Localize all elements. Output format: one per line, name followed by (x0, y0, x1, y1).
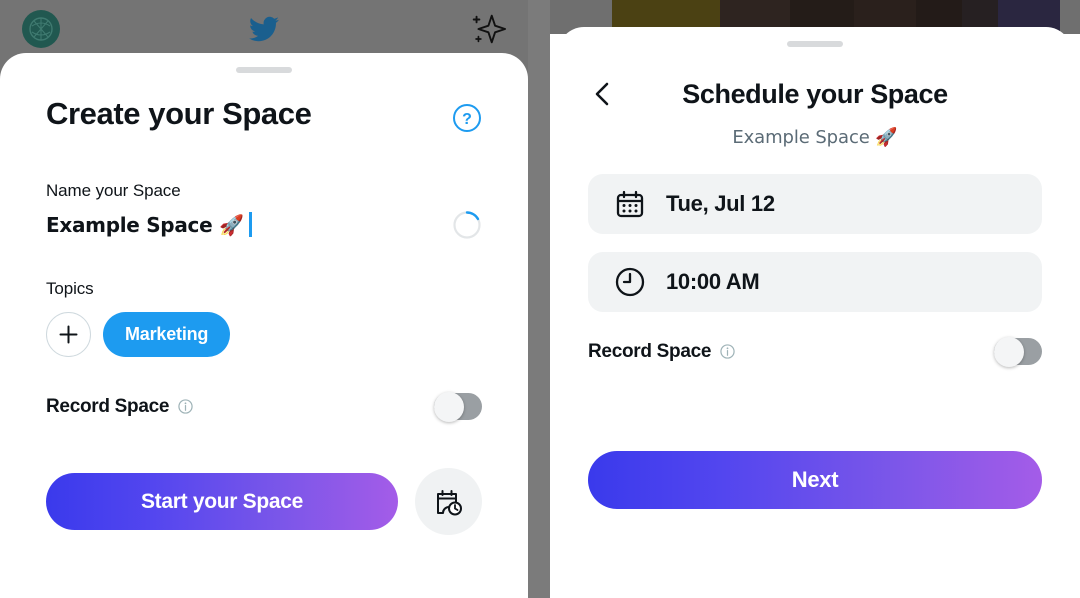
dual-screen-container: Create your Space ? Name your Space Exam… (0, 0, 1080, 598)
sparkle-icon[interactable] (468, 10, 506, 48)
avatar[interactable] (22, 10, 60, 48)
record-space-toggle[interactable] (434, 391, 482, 422)
page-title: Create your Space (46, 96, 312, 131)
schedule-space-sheet: Schedule your Space Example Space 🚀 Tue,… (558, 27, 1072, 598)
name-field-label: Name your Space (46, 181, 181, 200)
name-field-value[interactable]: Example Space 🚀 (46, 213, 244, 237)
text-cursor (248, 212, 252, 237)
info-circle-icon[interactable] (720, 344, 735, 359)
selected-date-value: Tue, Jul 12 (666, 191, 775, 216)
sheet-header: Create your Space ? (46, 96, 482, 133)
info-circle-icon[interactable] (178, 399, 193, 414)
clock-icon (615, 267, 645, 297)
page-title: Schedule your Space (682, 78, 948, 109)
record-space-label: Record Space (588, 340, 712, 362)
right-screen: Schedule your Space Example Space 🚀 Tue,… (550, 0, 1080, 598)
topic-chip-marketing[interactable]: Marketing (103, 312, 231, 357)
avatar-circle-icon (29, 17, 53, 41)
calendar-icon (616, 190, 644, 218)
record-space-row: Record Space (46, 391, 482, 422)
topics-label: Topics (46, 279, 94, 298)
topics-section: Topics Marketing (46, 279, 482, 357)
chevron-left-icon[interactable] (588, 79, 618, 109)
create-space-sheet: Create your Space ? Name your Space Exam… (0, 53, 528, 598)
loading-spinner-icon (453, 211, 481, 239)
record-space-label: Record Space (46, 395, 170, 417)
start-your-space-button[interactable]: Start your Space (46, 473, 398, 530)
schedule-header: Schedule your Space (588, 79, 1042, 109)
app-top-bar (0, 0, 528, 58)
space-name-subtitle: Example Space 🚀 (732, 127, 898, 148)
calendar-clock-icon (436, 489, 462, 515)
toggle-knob (994, 336, 1024, 367)
time-selector-row[interactable]: 10:00 AM (588, 252, 1042, 312)
record-space-toggle[interactable] (994, 336, 1042, 367)
name-your-space-field[interactable]: Name your Space Example Space 🚀 (46, 181, 482, 239)
left-cta-row: Start your Space (46, 468, 482, 535)
record-space-row: Record Space (588, 336, 1042, 367)
twitter-bird-icon[interactable] (247, 14, 281, 44)
toggle-knob (434, 391, 464, 422)
help-circle-icon[interactable]: ? (452, 103, 482, 133)
add-topic-button[interactable] (46, 312, 91, 357)
svg-text:?: ? (462, 111, 472, 128)
screen-divider (528, 0, 550, 598)
plus-icon (59, 325, 78, 344)
left-screen: Create your Space ? Name your Space Exam… (0, 0, 528, 598)
date-selector-row[interactable]: Tue, Jul 12 (588, 174, 1042, 234)
next-button[interactable]: Next (588, 451, 1042, 509)
schedule-space-button[interactable] (415, 468, 482, 535)
selected-time-value: 10:00 AM (666, 269, 760, 294)
